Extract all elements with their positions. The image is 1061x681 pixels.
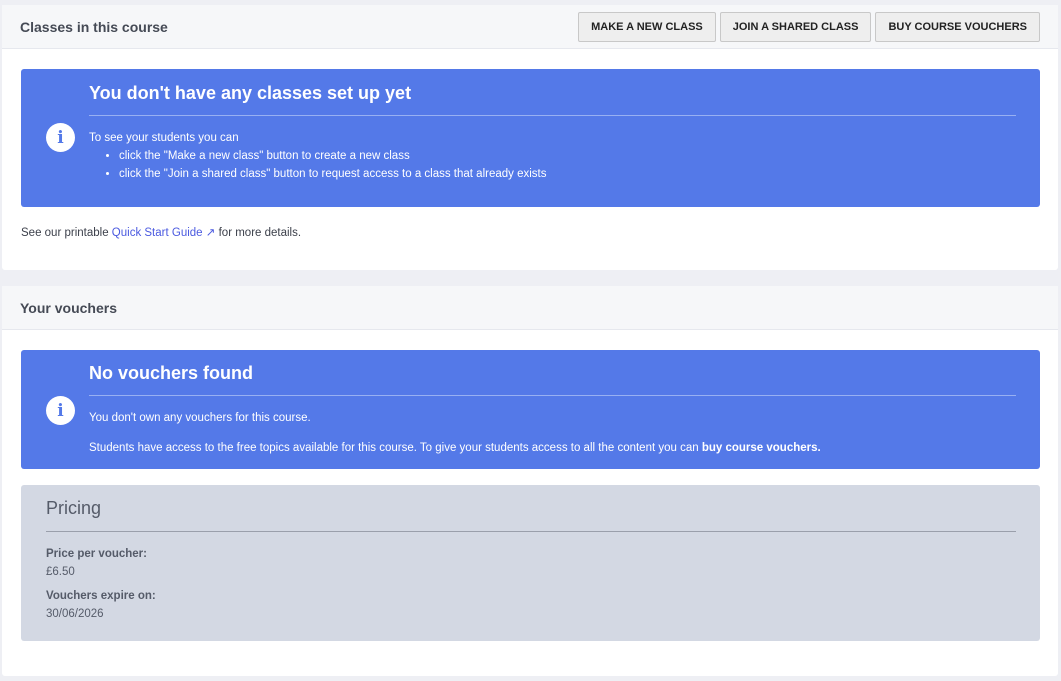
price-label: Price per voucher: (46, 548, 147, 560)
external-link-icon: ↗ (205, 227, 216, 239)
alert-title: You don't have any classes set up yet (89, 83, 1016, 116)
expiry-value: 30/06/2026 (46, 608, 104, 620)
alert-intro: To see your students you can (89, 132, 239, 144)
list-item: click the "Join a shared class" button t… (119, 165, 547, 183)
quick-start-guide-link[interactable]: Quick Start Guide ↗ (112, 227, 216, 239)
note-suffix: for more details. (215, 227, 302, 239)
join-shared-class-button[interactable]: JOIN A SHARED CLASS (719, 12, 872, 42)
alert-line1: You don't own any vouchers for this cour… (89, 412, 311, 424)
info-icon: i (46, 396, 75, 425)
make-new-class-button[interactable]: MAKE A NEW CLASS (578, 12, 716, 42)
alert-line2: Students have access to the free topics … (89, 442, 821, 454)
classes-card: Classes in this course MAKE A NEW CLASS … (2, 5, 1058, 270)
vouchers-card: Your vouchers i No vouchers found You do… (2, 286, 1058, 676)
pricing-title: Pricing (46, 498, 1016, 532)
expiry-label: Vouchers expire on: (46, 590, 156, 602)
list-item: click the "Make a new class" button to c… (119, 147, 547, 165)
classes-title: Classes in this course (20, 18, 168, 35)
buy-course-vouchers-button[interactable]: BUY COURSE VOUCHERS (875, 12, 1040, 42)
pricing-panel: Pricing Price per voucher: £6.50 Voucher… (21, 485, 1040, 641)
note-prefix: See our printable (21, 227, 112, 239)
no-vouchers-alert: i No vouchers found You don't own any vo… (21, 350, 1040, 469)
info-icon: i (46, 123, 75, 152)
price-value: £6.50 (46, 566, 75, 578)
classes-header: Classes in this course MAKE A NEW CLASS … (2, 5, 1058, 49)
quick-start-note: See our printable Quick Start Guide ↗ fo… (21, 225, 301, 239)
alert-title: No vouchers found (89, 363, 1016, 396)
vouchers-title: Your vouchers (20, 299, 117, 316)
vouchers-header: Your vouchers (2, 286, 1058, 330)
no-classes-alert: i You don't have any classes set up yet … (21, 69, 1040, 207)
